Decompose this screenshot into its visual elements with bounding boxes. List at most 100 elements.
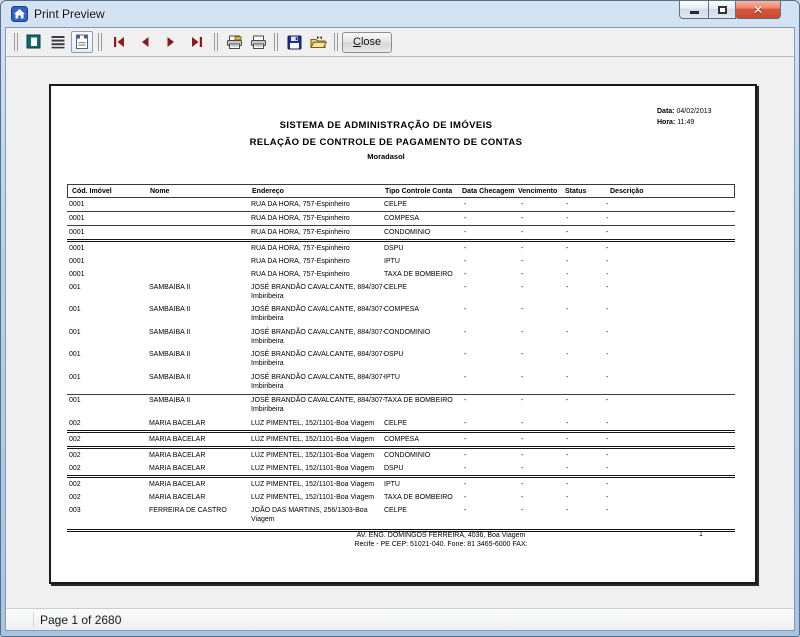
cell-sta: -	[566, 257, 568, 266]
cell-tipo: COMPESA	[384, 214, 419, 223]
report-subtitle: RELAÇÃO DE CONTROLE DE PAGAMENTO DE CONT…	[51, 137, 721, 148]
cell-nome: SAMBAIBA II	[149, 396, 190, 405]
cell-cod: 0001	[69, 228, 85, 237]
cell-cod: 002	[69, 493, 81, 502]
report-title: SISTEMA DE ADMINISTRAÇÃO DE IMÓVEIS	[51, 120, 721, 131]
titlebar[interactable]: Print Preview ✕	[5, 1, 795, 27]
cell-cod: 001	[69, 305, 81, 314]
cell-tipo: IPTU	[384, 480, 400, 489]
whole-page-view-button[interactable]	[23, 31, 45, 53]
cell-tipo: TAXA DE BOMBEIRO	[384, 493, 453, 502]
cell-tipo: DSPU	[384, 464, 403, 473]
cell-cod: 001	[69, 283, 81, 292]
cell-cod: 0001	[69, 200, 85, 209]
cell-sta: -	[566, 464, 568, 473]
cell-end: LUZ PIMENTEL, 152/1101-Boa Viagem	[251, 419, 401, 428]
table-row: 002MARIA BACELARLUZ PIMENTEL, 152/1101-B…	[67, 478, 735, 491]
cell-tipo: IPTU	[384, 373, 400, 382]
cell-end: JOSÉ BRANDÃO CAVALCANTE, 884/307- Imbiri…	[251, 283, 401, 301]
cell-tipo: DSPU	[384, 350, 403, 359]
cell-chk: -	[464, 480, 466, 489]
table-row: 002MARIA BACELARLUZ PIMENTEL, 152/1101-B…	[67, 417, 735, 430]
cell-tipo: CELPE	[384, 419, 407, 428]
cell-des: -	[606, 396, 608, 405]
cell-end: RUA DA HORA, 757-Espinheiro	[251, 228, 401, 237]
app-icon	[11, 6, 28, 22]
cell-chk: -	[464, 214, 466, 223]
previous-page-icon	[138, 36, 152, 48]
toolbar-separator	[333, 33, 339, 51]
print-button[interactable]	[247, 31, 269, 53]
cell-ven: -	[521, 506, 523, 515]
save-report-button[interactable]	[283, 31, 305, 53]
cell-sta: -	[566, 270, 568, 279]
close-window-button[interactable]: ✕	[735, 1, 781, 19]
print-setup-button[interactable]	[223, 31, 245, 53]
cell-cod: 001	[69, 396, 81, 405]
col-header-vencimento: Vencimento	[518, 188, 557, 195]
table-row: 001SAMBAIBA IIJOSÉ BRANDÃO CAVALCANTE, 8…	[67, 326, 735, 349]
col-header-nome: Nome	[150, 188, 169, 195]
cell-sta: -	[566, 244, 568, 253]
cell-des: -	[606, 451, 608, 460]
cell-cod: 001	[69, 373, 81, 382]
cell-ven: -	[521, 244, 523, 253]
cell-sta: -	[566, 214, 568, 223]
cell-des: -	[606, 419, 608, 428]
cell-ven: -	[521, 283, 523, 292]
table-row: 001SAMBAIBA IIJOSÉ BRANDÃO CAVALCANTE, 8…	[67, 349, 735, 372]
cell-des: -	[606, 200, 608, 209]
previous-page-button[interactable]	[133, 31, 157, 53]
cell-des: -	[606, 464, 608, 473]
cell-end: RUA DA HORA, 757-Espinheiro	[251, 244, 401, 253]
cell-cod: 002	[69, 464, 81, 473]
cell-end: LUZ PIMENTEL, 152/1101-Boa Viagem	[251, 451, 401, 460]
cell-sta: -	[566, 305, 568, 314]
cell-ven: -	[521, 451, 523, 460]
cell-cod: 002	[69, 451, 81, 460]
last-page-button[interactable]	[185, 31, 209, 53]
cell-chk: -	[464, 464, 466, 473]
cell-end: RUA DA HORA, 757-Espinheiro	[251, 257, 401, 266]
cell-end: LUZ PIMENTEL, 152/1101-Boa Viagem	[251, 464, 401, 473]
cell-des: -	[606, 493, 608, 502]
cell-end: JOSÉ BRANDÃO CAVALCANTE, 884/307- Imbiri…	[251, 328, 401, 346]
cell-tipo: TAXA DE BOMBEIRO	[384, 270, 453, 279]
next-page-button[interactable]	[159, 31, 183, 53]
cell-tipo: DSPU	[384, 244, 403, 253]
col-header-checagem: Data Checagem	[462, 188, 515, 195]
cell-tipo: CONDOMINIO	[384, 328, 430, 337]
cell-end: JOSÉ BRANDÃO CAVALCANTE, 884/307- Imbiri…	[251, 350, 401, 368]
cell-tipo: COMPESA	[384, 305, 419, 314]
first-page-button[interactable]	[107, 31, 131, 53]
cell-chk: -	[464, 200, 466, 209]
preview-area[interactable]: Data: 04/02/2013 Hora: 11:49 SISTEMA DE …	[6, 56, 794, 608]
cell-end: LUZ PIMENTEL, 152/1101-Boa Viagem	[251, 435, 401, 444]
cell-des: -	[606, 480, 608, 489]
cell-ven: -	[521, 350, 523, 359]
cell-nome: MARIA BACELAR	[149, 435, 205, 444]
minimize-button[interactable]	[679, 1, 709, 19]
cell-nome: MARIA BACELAR	[149, 493, 205, 502]
zoom-100-view-button[interactable]	[71, 31, 93, 53]
report-page-number: 1	[699, 531, 703, 538]
table-row: 0001RUA DA HORA, 757-EspinheiroCELPE----	[67, 198, 735, 211]
cell-end: RUA DA HORA, 757-Espinheiro	[251, 200, 401, 209]
open-report-button[interactable]	[307, 31, 329, 53]
maximize-button[interactable]	[708, 1, 736, 19]
cell-chk: -	[464, 451, 466, 460]
client-area: Close Data: 04/02/2013 Hora: 11:49 SISTE…	[5, 27, 795, 631]
cell-tipo: COMPESA	[384, 435, 419, 444]
cell-cod: 001	[69, 328, 81, 337]
cell-sta: -	[566, 493, 568, 502]
close-button[interactable]: Close	[342, 32, 392, 53]
cell-sta: -	[566, 373, 568, 382]
maximize-icon	[718, 6, 727, 14]
cell-end: RUA DA HORA, 757-Espinheiro	[251, 270, 401, 279]
cell-cod: 002	[69, 435, 81, 444]
page-width-view-button[interactable]	[47, 31, 69, 53]
cell-ven: -	[521, 464, 523, 473]
cell-des: -	[606, 244, 608, 253]
cell-ven: -	[521, 257, 523, 266]
cell-sta: -	[566, 435, 568, 444]
